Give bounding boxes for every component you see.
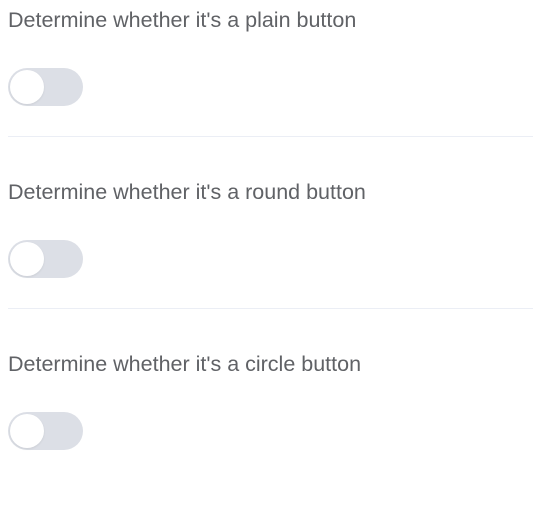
toggle-knob [10, 70, 44, 104]
divider [8, 136, 533, 137]
circle-button-toggle[interactable] [8, 412, 83, 450]
plain-button-toggle[interactable] [8, 68, 83, 106]
settings-list: Determine whether it's a plain button De… [8, 0, 533, 516]
setting-label: Determine whether it's a plain button [8, 8, 357, 32]
setting-label: Determine whether it's a round button [8, 180, 366, 204]
setting-label: Determine whether it's a circle button [8, 352, 362, 376]
setting-circle-button: Determine whether it's a circle button [8, 344, 533, 516]
setting-round-button: Determine whether it's a round button [8, 172, 533, 344]
round-button-toggle[interactable] [8, 240, 83, 278]
divider [8, 308, 533, 309]
toggle-knob [10, 414, 44, 448]
setting-plain-button: Determine whether it's a plain button [8, 0, 533, 172]
toggle-knob [10, 242, 44, 276]
